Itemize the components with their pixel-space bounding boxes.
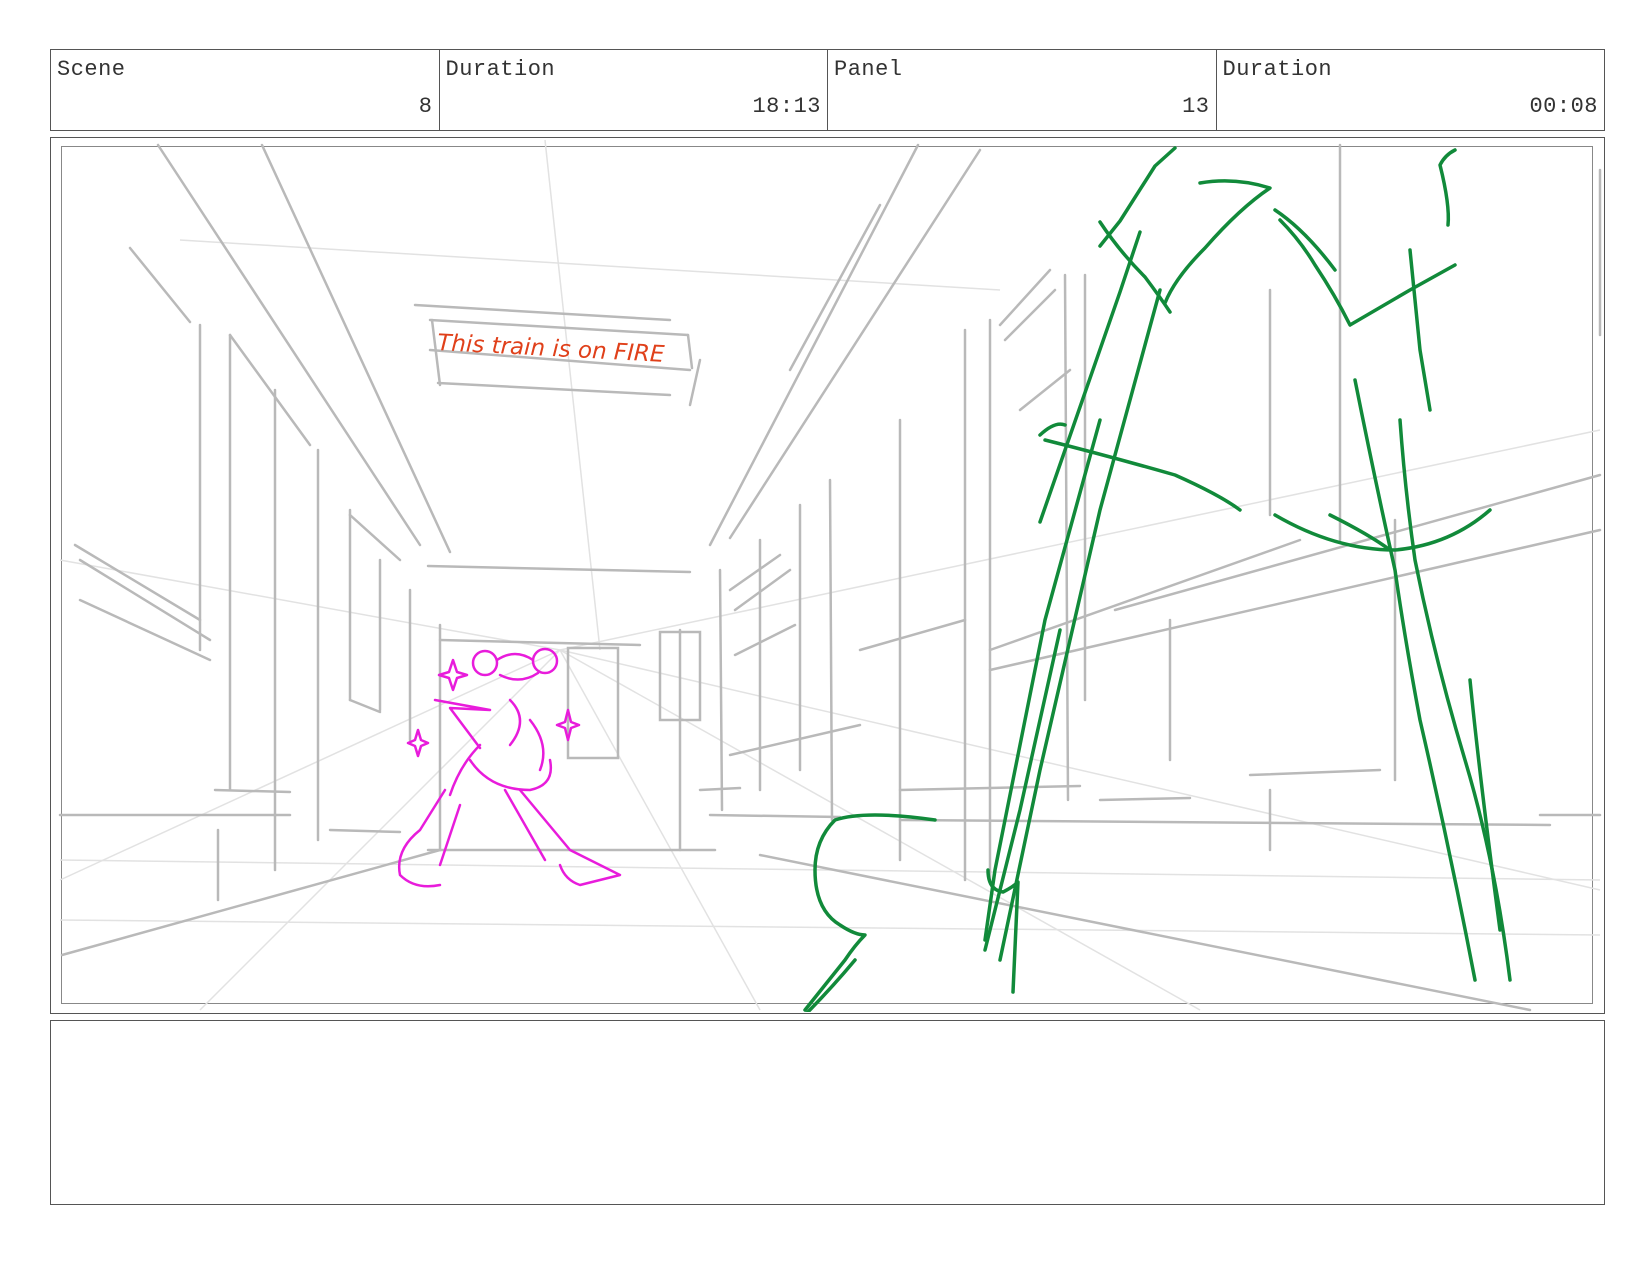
panel-notes-box [50, 1020, 1605, 1205]
foreground-legs-sketch [803, 146, 1512, 1012]
sign-text: This train is on FIRE [437, 330, 666, 368]
hallway-sketch [58, 143, 1602, 1012]
